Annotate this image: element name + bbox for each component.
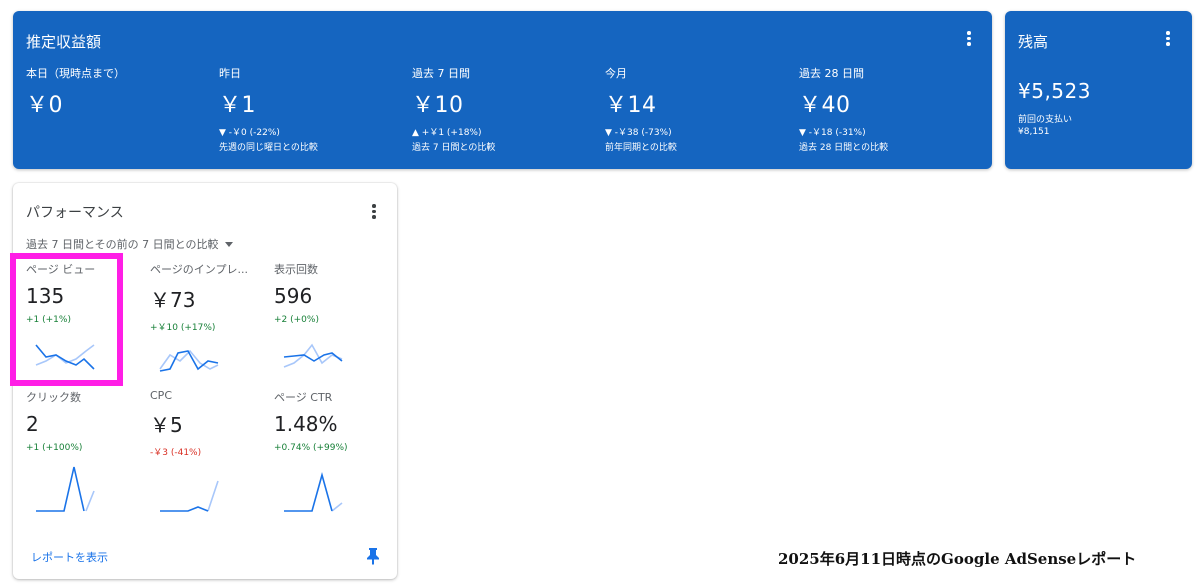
tile-change: +0.74% (+99%) (274, 443, 348, 453)
clicks-sparkline (36, 466, 95, 512)
metric-value: ￥1 (219, 93, 256, 118)
tile-value: 596 (274, 284, 313, 308)
view-report-link[interactable]: レポートを表示 (31, 549, 108, 565)
balance-card: 残高 ¥5,523 前回の支払い ¥8,151 (1005, 11, 1192, 169)
page-rpm-sparkline (159, 349, 219, 372)
balance-more-icon[interactable] (1159, 31, 1177, 49)
metric-change: ▼ -￥38 (-73%) (605, 128, 672, 138)
tile-label: クリック数 (26, 391, 81, 404)
metric-change: ▼ -￥0 (-22%) (219, 128, 280, 138)
metric-compare: 先週の同じ曜日との比較 (219, 143, 318, 153)
metric-today: 本日（現時点まで） ￥0 (26, 65, 125, 119)
tile-page-rpm[interactable]: ページのインプレ... ￥73 +￥10 (+17%) (150, 261, 262, 385)
sparkline-current (36, 466, 85, 512)
tile-change: -￥3 (-41%) (150, 448, 202, 458)
metric-value: ￥0 (26, 93, 63, 118)
metric-change: ▲ +￥1 (+18%) (412, 128, 482, 138)
balance-value: ¥5,523 (1018, 79, 1091, 103)
tile-change: +1 (+100%) (26, 443, 83, 453)
balance-metric: ¥5,523 前回の支払い ¥8,151 (1018, 79, 1091, 137)
metric-compare: 前年同期との比較 (605, 143, 677, 153)
performance-more-icon[interactable] (365, 204, 383, 222)
dropdown-arrow-icon (224, 241, 233, 247)
last-payment-label: 前回の支払い (1018, 115, 1073, 125)
metric-value: ￥14 (605, 93, 657, 118)
sparkline-previous (207, 480, 219, 512)
balance-title: 残高 (1018, 33, 1049, 51)
metric-change: ▼ -￥18 (-31%) (799, 128, 866, 138)
pin-icon[interactable] (366, 547, 380, 565)
tile-value: 2 (26, 412, 39, 436)
earnings-more-icon[interactable] (960, 31, 978, 49)
performance-card: パフォーマンス 過去 7 日間とその前の 7 日間との比較 ページ ビュー 13… (10, 183, 397, 579)
performance-title: パフォーマンス (26, 205, 124, 221)
metric-yesterday: 昨日 ￥1 ▼ -￥0 (-22%) 先週の同じ曜日との比較 (219, 65, 318, 153)
metric-compare: 過去 7 日間との比較 (412, 143, 496, 153)
tile-value: ￥73 (150, 288, 196, 312)
metric-label: 過去 28 日間 (799, 67, 864, 80)
tile-change: +￥10 (+17%) (150, 323, 216, 333)
tile-label: 表示回数 (274, 263, 318, 276)
sparkline-current (283, 352, 343, 362)
tile-cpc[interactable]: CPC ￥5 -￥3 (-41%) (150, 389, 262, 513)
metric-value: ￥40 (799, 93, 851, 118)
tile-change: +2 (+0%) (274, 315, 319, 325)
tile-label: ページのインプレ... (150, 263, 248, 276)
estimated-earnings-title: 推定収益額 (26, 33, 102, 51)
tile-label: CPC (150, 389, 172, 402)
impressions-sparkline (283, 343, 343, 368)
tile-impressions[interactable]: 表示回数 596 +2 (+0%) (274, 261, 386, 385)
sparkline-current (160, 506, 209, 512)
comparison-dropdown[interactable]: 過去 7 日間とその前の 7 日間との比較 (26, 236, 233, 252)
tile-value: 1.48% (274, 412, 338, 436)
metric-last-28-days: 過去 28 日間 ￥40 ▼ -￥18 (-31%) 過去 28 日間との比較 (799, 65, 888, 153)
estimated-earnings-card: 推定収益額 本日（現時点まで） ￥0 昨日 ￥1 ▼ -￥0 (-22%) 先週… (13, 11, 992, 169)
metric-label: 本日（現時点まで） (26, 67, 125, 80)
metric-label: 今月 (605, 67, 627, 80)
metric-value: ￥10 (412, 93, 464, 118)
sparkline-previous (331, 502, 343, 512)
metric-label: 過去 7 日間 (412, 67, 470, 80)
page-views-highlight-box (10, 253, 123, 386)
cpc-sparkline (160, 480, 219, 512)
metric-compare: 過去 28 日間との比較 (799, 143, 889, 153)
last-payment-value: ¥8,151 (1018, 127, 1050, 137)
report-caption: 2025年6月11日時点のGoogle AdSenseレポート (778, 550, 1137, 568)
page-ctr-sparkline (284, 472, 343, 512)
sparkline-current (284, 472, 333, 512)
comparison-dropdown-label: 過去 7 日間とその前の 7 日間との比較 (26, 238, 219, 251)
tile-clicks[interactable]: クリック数 2 +1 (+100%) (26, 389, 138, 513)
tile-page-ctr[interactable]: ページ CTR 1.48% +0.74% (+99%) (274, 389, 386, 513)
sparkline-previous (85, 490, 95, 512)
metric-last-7-days: 過去 7 日間 ￥10 ▲ +￥1 (+18%) 過去 7 日間との比較 (412, 65, 495, 153)
metric-this-month: 今月 ￥14 ▼ -￥38 (-73%) 前年同期との比較 (605, 65, 677, 153)
tile-label: ページ CTR (274, 391, 333, 404)
metric-label: 昨日 (219, 67, 241, 80)
tile-value: ￥5 (150, 413, 183, 437)
